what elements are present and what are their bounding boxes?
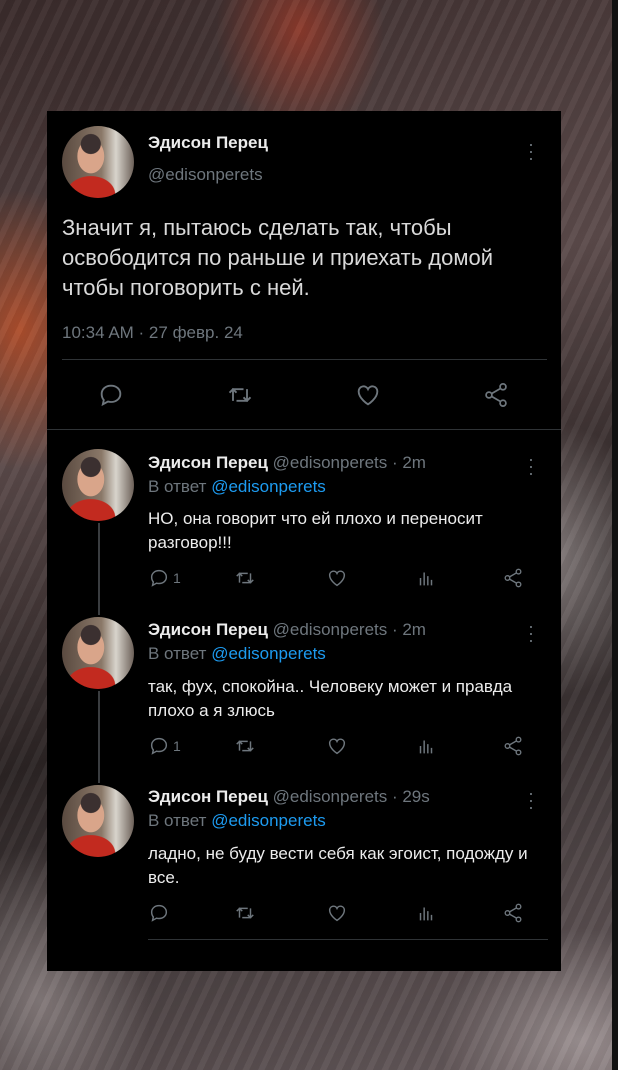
analytics-icon[interactable] — [415, 902, 437, 924]
handle-time: @edisonperets · 2m — [272, 620, 426, 639]
like-icon[interactable] — [326, 567, 348, 589]
share-icon[interactable] — [482, 381, 510, 409]
reply-to-line: В ответ @edisonperets — [148, 811, 326, 831]
avatar[interactable] — [62, 126, 134, 198]
right-edge — [612, 0, 618, 1070]
like-icon[interactable] — [326, 735, 348, 757]
divider — [62, 359, 547, 360]
tweet-timestamp: 10:34 AM · 27 февр. 24 — [62, 323, 243, 342]
retweet-icon[interactable] — [233, 902, 257, 924]
share-icon[interactable] — [502, 567, 524, 589]
reply-icon[interactable]: 1 — [148, 735, 181, 757]
retweet-icon[interactable] — [233, 567, 257, 589]
reply-text: так, фух, спокойна.. Человеку может и пр… — [148, 677, 513, 720]
divider — [148, 939, 548, 940]
avatar[interactable] — [62, 785, 134, 857]
reply-count: 1 — [173, 738, 181, 754]
analytics-icon[interactable] — [415, 567, 437, 589]
reply-prefix: В ответ — [148, 477, 207, 496]
like-icon[interactable] — [326, 902, 348, 924]
analytics-icon[interactable] — [415, 735, 437, 757]
handle-time: @edisonperets · 29s — [272, 787, 430, 806]
tweet-text: Значит я, пытаюсь сделать так, чтобы осв… — [62, 215, 494, 300]
reply-to-link[interactable]: @edisonperets — [211, 477, 326, 496]
reply-actions — [47, 902, 561, 932]
retweet-icon[interactable] — [233, 735, 257, 757]
reply-author[interactable]: Эдисон Перец @edisonperets · 29s — [148, 787, 430, 807]
author-name[interactable]: Эдисон Перец — [148, 133, 268, 153]
tweet-card: Эдисон Перец @edisonperets · · · Значит я,… — [47, 111, 561, 971]
author-name[interactable]: Эдисон Перец — [148, 787, 268, 806]
like-icon[interactable] — [354, 381, 382, 409]
main-actions — [47, 381, 561, 411]
retweet-icon[interactable] — [225, 381, 255, 409]
reply-to-line: В ответ @edisonperets — [148, 644, 326, 664]
reply-icon[interactable] — [148, 902, 170, 924]
reply-to-link[interactable]: @edisonperets — [211, 644, 326, 663]
handle-time: @edisonperets · 2m — [272, 453, 426, 472]
reply-text: ладно, не буду вести себя как эгоист, по… — [148, 844, 528, 887]
more-icon[interactable]: · · · — [527, 617, 535, 649]
share-icon[interactable] — [502, 735, 524, 757]
reply-icon[interactable]: 1 — [148, 567, 181, 589]
reply-prefix: В ответ — [148, 644, 207, 663]
author-handle[interactable]: @edisonperets — [148, 165, 263, 185]
reply-actions: 1 — [47, 567, 561, 597]
reply-text: НО, она говорит что ей плохо и переносит… — [148, 509, 483, 552]
author-name[interactable]: Эдисон Перец — [148, 453, 268, 472]
reply-count: 1 — [173, 570, 181, 586]
author-name[interactable]: Эдисон Перец — [148, 620, 268, 639]
reply-prefix: В ответ — [148, 811, 207, 830]
reply-actions: 1 — [47, 735, 561, 765]
reply-author[interactable]: Эдисон Перец @edisonperets · 2m — [148, 620, 426, 640]
more-icon[interactable]: · · · — [527, 450, 535, 482]
more-icon[interactable]: · · · — [527, 784, 535, 816]
avatar[interactable] — [62, 449, 134, 521]
divider — [47, 429, 561, 430]
avatar[interactable] — [62, 617, 134, 689]
share-icon[interactable] — [502, 902, 524, 924]
reply-author[interactable]: Эдисон Перец @edisonperets · 2m — [148, 453, 426, 473]
more-icon[interactable]: · · · — [527, 135, 535, 167]
reply-to-line: В ответ @edisonperets — [148, 477, 326, 497]
reply-to-link[interactable]: @edisonperets — [211, 811, 326, 830]
reply-icon[interactable] — [97, 381, 125, 409]
